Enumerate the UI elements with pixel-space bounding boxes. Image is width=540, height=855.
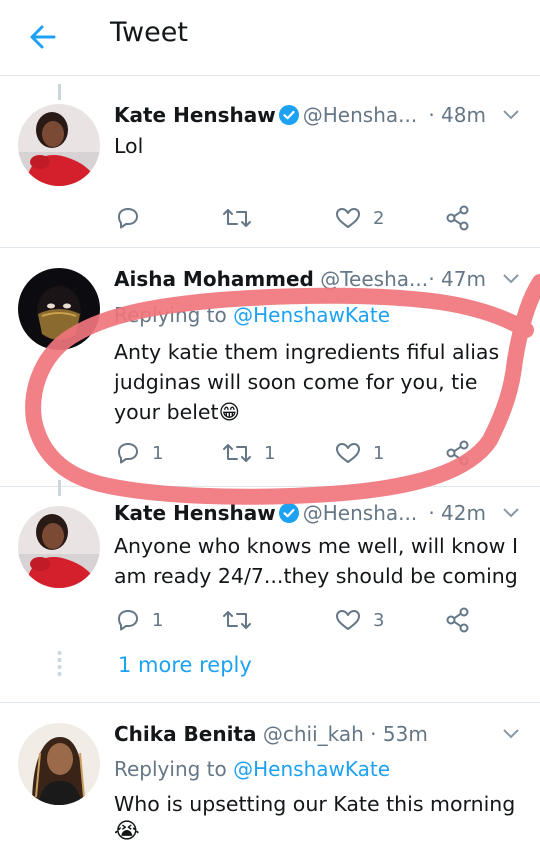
tweet[interactable]: Kate Henshaw @Hensha... · 42m Anyone who … bbox=[0, 498, 540, 638]
retweet-button[interactable] bbox=[222, 203, 264, 233]
reply-button[interactable]: 1 bbox=[116, 605, 163, 635]
tweet[interactable]: Chika Benita @chii_kah · 53m Replying to… bbox=[0, 719, 540, 855]
tweet[interactable]: Kate Henshaw @Hensha... · 48m Lol 2 bbox=[0, 98, 540, 248]
heart-icon bbox=[336, 443, 360, 463]
tweet-text: Lol bbox=[114, 134, 144, 158]
reply-count: 1 bbox=[152, 609, 164, 631]
share-button[interactable] bbox=[445, 605, 471, 635]
verified-badge-icon bbox=[278, 503, 299, 523]
user-name[interactable]: Chika Benita bbox=[114, 722, 257, 746]
mention-link[interactable]: @HenshawKate bbox=[233, 757, 390, 781]
like-button[interactable]: 2 bbox=[335, 203, 384, 233]
divider bbox=[0, 247, 540, 248]
like-button[interactable]: 1 bbox=[335, 438, 384, 468]
reply-icon bbox=[118, 610, 138, 631]
reply-icon bbox=[118, 443, 138, 464]
like-count: 1 bbox=[373, 442, 385, 464]
retweet-icon bbox=[223, 611, 251, 629]
share-button[interactable] bbox=[445, 203, 471, 233]
retweet-button[interactable] bbox=[222, 605, 264, 635]
retweet-button[interactable]: 1 bbox=[222, 438, 275, 468]
tweet[interactable]: Aisha Mohammed @Teesha... · 47m Replying… bbox=[0, 264, 540, 484]
tweet-text: Anyone who knows me well, will know I am… bbox=[114, 534, 519, 588]
page-title: Tweet bbox=[110, 17, 188, 48]
user-handle[interactable]: @Teesha... bbox=[320, 267, 428, 291]
chevron-down-icon[interactable] bbox=[502, 727, 520, 741]
like-count: 2 bbox=[373, 207, 385, 229]
user-handle[interactable]: @Hensha... bbox=[303, 103, 417, 127]
avatar[interactable] bbox=[18, 506, 100, 588]
timestamp: · 53m bbox=[370, 722, 428, 746]
timestamp: · 48m bbox=[428, 103, 486, 127]
user-handle[interactable]: @chii_kah bbox=[263, 722, 364, 746]
replying-to-label: Replying to bbox=[114, 303, 227, 327]
reply-button[interactable]: 1 bbox=[116, 438, 163, 468]
heart-icon bbox=[336, 208, 360, 228]
avatar[interactable] bbox=[18, 723, 100, 805]
mention-link[interactable]: @HenshawKate bbox=[233, 303, 390, 327]
reply-button[interactable] bbox=[116, 203, 152, 233]
replying-to: Replying to @HenshawKate bbox=[114, 754, 390, 784]
tweet-emoji: 😭 bbox=[114, 819, 140, 844]
chevron-down-icon[interactable] bbox=[502, 506, 520, 520]
chevron-down-icon[interactable] bbox=[502, 272, 520, 286]
tweet-text: Anty katie them ingredients fiful alias … bbox=[114, 340, 500, 424]
share-icon bbox=[446, 440, 469, 466]
heart-icon bbox=[336, 610, 360, 630]
divider bbox=[0, 702, 540, 703]
retweet-count: 1 bbox=[264, 442, 276, 464]
user-name[interactable]: Aisha Mohammed bbox=[114, 267, 314, 291]
replying-to-label: Replying to bbox=[114, 757, 227, 781]
timestamp: · 42m bbox=[428, 501, 486, 525]
more-replies-link[interactable]: 1 more reply bbox=[118, 653, 252, 677]
retweet-icon bbox=[223, 209, 251, 227]
thread-line bbox=[58, 480, 61, 496]
timestamp: · 47m bbox=[428, 267, 486, 291]
top-bar: Tweet bbox=[0, 0, 540, 76]
reply-icon bbox=[118, 208, 138, 229]
avatar[interactable] bbox=[18, 104, 100, 186]
share-button[interactable] bbox=[445, 438, 471, 468]
chevron-down-icon[interactable] bbox=[502, 108, 520, 122]
thread-dots-icon bbox=[57, 651, 62, 676]
replying-to: Replying to @HenshawKate bbox=[114, 300, 390, 330]
back-arrow-icon[interactable] bbox=[26, 20, 60, 54]
user-name[interactable]: Kate Henshaw bbox=[114, 501, 276, 525]
tweet-actions: 1 1 1 bbox=[0, 438, 540, 468]
tweet-actions: 1 3 bbox=[0, 605, 540, 635]
divider bbox=[0, 486, 540, 487]
retweet-icon bbox=[223, 444, 251, 462]
reply-count: 1 bbox=[152, 442, 164, 464]
like-count: 3 bbox=[373, 609, 385, 631]
user-name[interactable]: Kate Henshaw bbox=[114, 103, 276, 127]
verified-badge-icon bbox=[278, 105, 299, 125]
user-handle[interactable]: @Hensha... bbox=[303, 501, 417, 525]
tweet-actions: 2 bbox=[0, 203, 540, 233]
share-icon bbox=[446, 607, 469, 633]
tweet-text: Who is upsetting our Kate this morning bbox=[114, 792, 516, 816]
share-icon bbox=[446, 205, 469, 231]
like-button[interactable]: 3 bbox=[335, 605, 384, 635]
avatar[interactable] bbox=[18, 268, 100, 350]
